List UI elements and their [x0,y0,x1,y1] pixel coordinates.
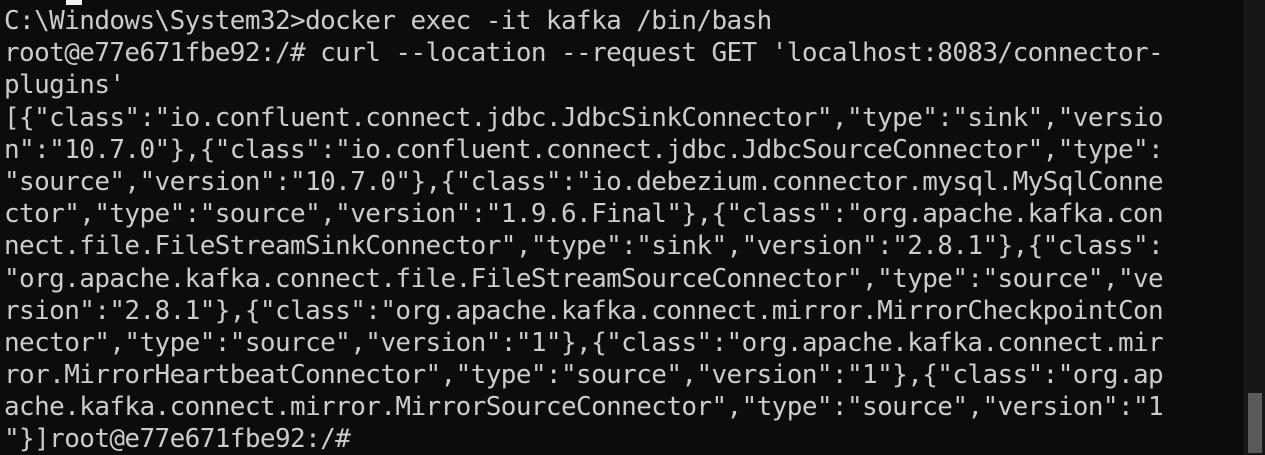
terminal-line-output: nect.file.FileStreamSinkConnector","type… [4,231,1164,262]
terminal-line-output: ror.MirrorHeartbeatConnector","type":"so… [4,360,1164,391]
terminal-line-output: "source","version":"10.7.0"},{"class":"i… [4,166,1164,197]
terminal-output[interactable]: C:\Windows\System32>docker exec -it kafk… [4,5,1164,455]
terminal-line-curl-command-wrap: plugins' [4,70,125,101]
terminal-line-command-prompt: C:\Windows\System32>docker exec -it kafk… [4,6,772,36]
vertical-scrollbar[interactable] [1244,0,1265,455]
terminal-line-output: rsion":"2.8.1"},{"class":"org.apache.kaf… [4,295,1164,326]
terminal-line-final-prompt: "}]root@e77e671fbe92:/# [4,424,351,455]
terminal-line-output: ache.kafka.connect.mirror.MirrorSourceCo… [4,392,1164,423]
terminal-line-output: "org.apache.kafka.connect.file.FileStrea… [4,263,1164,294]
terminal-line-output: [{"class":"io.confluent.connect.jdbc.Jdb… [4,102,1164,133]
terminal-line-output: nector","type":"source","version":"1"},{… [4,327,1164,358]
scrollbar-thumb[interactable] [1248,393,1262,453]
terminal-line-curl-command: root@e77e671fbe92:/# curl --location --r… [4,38,1164,69]
terminal-line-output: ctor","type":"source","version":"1.9.6.F… [4,199,1164,230]
terminal-window[interactable]: C:\Windows\System32>docker exec -it kafk… [0,0,1245,455]
terminal-line-output: n":"10.7.0"},{"class":"io.confluent.conn… [4,134,1164,165]
